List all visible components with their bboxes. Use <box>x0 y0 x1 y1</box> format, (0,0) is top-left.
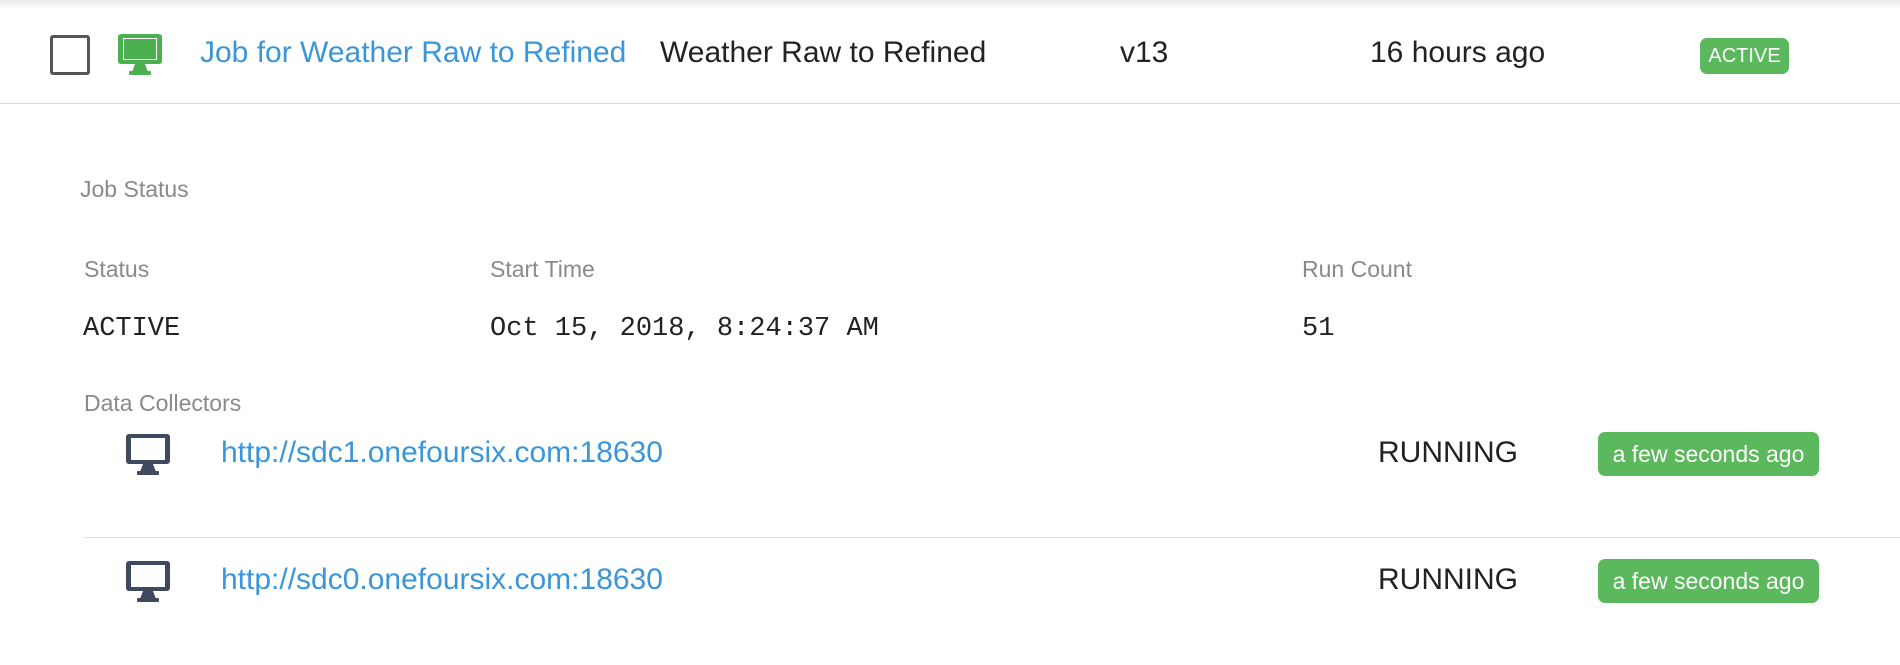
job-status-badge: ACTIVE <box>1700 38 1789 74</box>
collector-last-seen-badge: a few seconds ago <box>1598 559 1819 603</box>
collector-url-link[interactable]: http://sdc1.onefoursix.com:18630 <box>221 436 663 470</box>
job-name-link[interactable]: Job for Weather Raw to Refined <box>200 36 626 70</box>
status-label: Status <box>84 256 150 282</box>
collector-monitor-icon <box>124 559 172 603</box>
collector-status: RUNNING <box>1378 436 1518 469</box>
data-collector-row: http://sdc1.onefoursix.com:18630 RUNNING… <box>84 418 1900 538</box>
collector-status: RUNNING <box>1378 563 1518 596</box>
job-select-checkbox[interactable] <box>50 35 90 75</box>
job-status-title: Job Status <box>80 176 189 202</box>
start-time-value: Oct 15, 2018, 8:24:37 AM <box>490 314 879 344</box>
start-time-label: Start Time <box>490 256 595 282</box>
job-pipeline-version: v13 <box>1120 36 1169 69</box>
run-count-label: Run Count <box>1302 256 1412 282</box>
collector-last-seen-badge: a few seconds ago <box>1598 432 1819 476</box>
job-monitor-icon <box>116 32 164 76</box>
status-value: ACTIVE <box>83 314 181 344</box>
collector-url-link[interactable]: http://sdc0.onefoursix.com:18630 <box>221 563 663 597</box>
job-last-modified: 16 hours ago <box>1370 36 1546 69</box>
data-collectors-title: Data Collectors <box>84 390 242 416</box>
job-pipeline-name: Weather Raw to Refined <box>660 36 987 69</box>
run-count-value: 51 <box>1302 314 1335 344</box>
job-row[interactable]: Job for Weather Raw to Refined Weather R… <box>0 8 1900 104</box>
collector-monitor-icon <box>124 432 172 476</box>
data-collector-row: http://sdc0.onefoursix.com:18630 RUNNING… <box>84 545 1900 665</box>
